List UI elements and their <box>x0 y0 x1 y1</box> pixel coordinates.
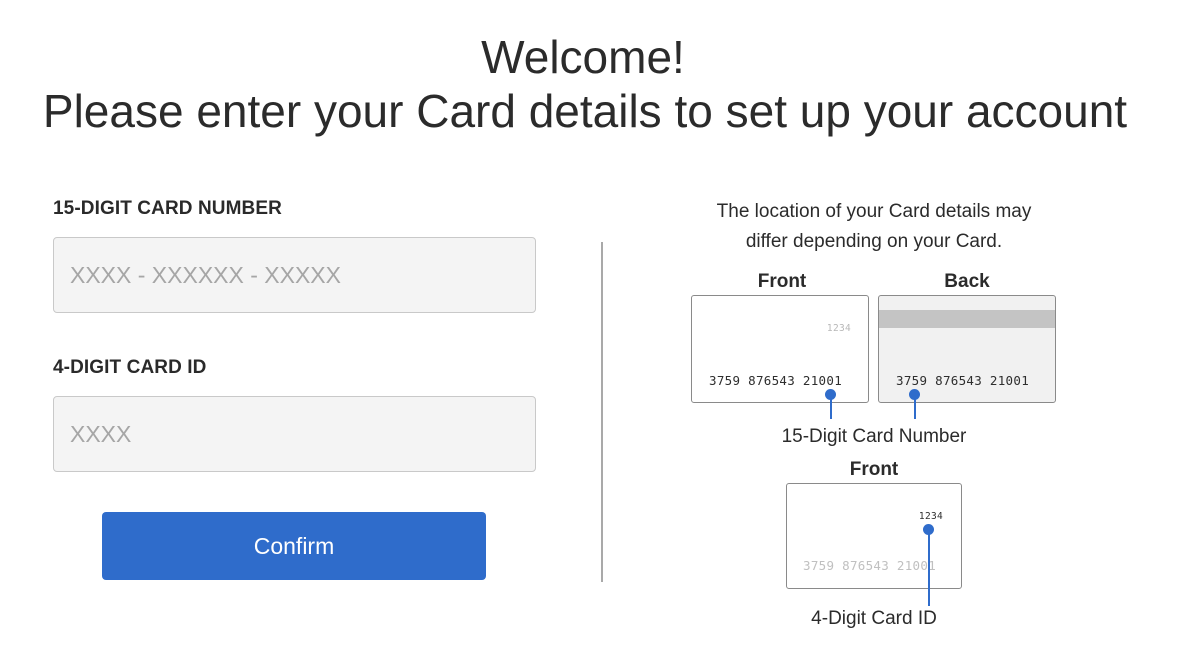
back-number-pointer-line <box>914 399 916 419</box>
card-back-illustration: 3759 876543 21001 <box>878 295 1056 403</box>
help-text-line1: The location of your Card details may <box>716 201 1032 222</box>
card-id-input[interactable] <box>53 396 536 472</box>
card-number-label: 15-DIGIT CARD NUMBER <box>53 198 282 219</box>
front-number-pointer-line <box>830 399 832 419</box>
confirm-button[interactable]: Confirm <box>102 512 486 580</box>
card-number-input[interactable] <box>53 237 536 313</box>
front-card-caption: Front <box>757 271 807 292</box>
front-card-caption-2: Front <box>849 459 899 480</box>
magnetic-stripe <box>879 310 1055 328</box>
card-front-id-illustration: 1234 3759 876543 21001 <box>786 483 962 589</box>
card-id-pointer-line <box>928 534 930 606</box>
card-front2-number-text: 3759 876543 21001 <box>803 558 937 573</box>
card-id-sample-text: 1234 <box>918 511 943 522</box>
card-front-number-text: 3759 876543 21001 <box>709 373 843 388</box>
card-location-help: The location of your Card details may di… <box>680 197 1068 257</box>
card-front-id-text: 1234 <box>826 323 851 334</box>
card-number-callout: 15-Digit Card Number <box>781 426 967 447</box>
card-front-illustration: 1234 3759 876543 21001 <box>691 295 869 403</box>
vertical-divider <box>601 242 603 582</box>
card-id-callout: 4-Digit Card ID <box>811 608 937 629</box>
welcome-heading: Welcome! <box>481 31 685 83</box>
page-title: Welcome! Please enter your Card details … <box>0 30 1200 138</box>
card-id-label: 4-DIGIT CARD ID <box>53 357 207 378</box>
instructions-heading: Please enter your Card details to set up… <box>42 85 1128 137</box>
help-text-line2: differ depending on your Card. <box>745 231 1003 252</box>
back-card-caption: Back <box>944 271 990 292</box>
card-back-number-text: 3759 876543 21001 <box>896 373 1030 388</box>
